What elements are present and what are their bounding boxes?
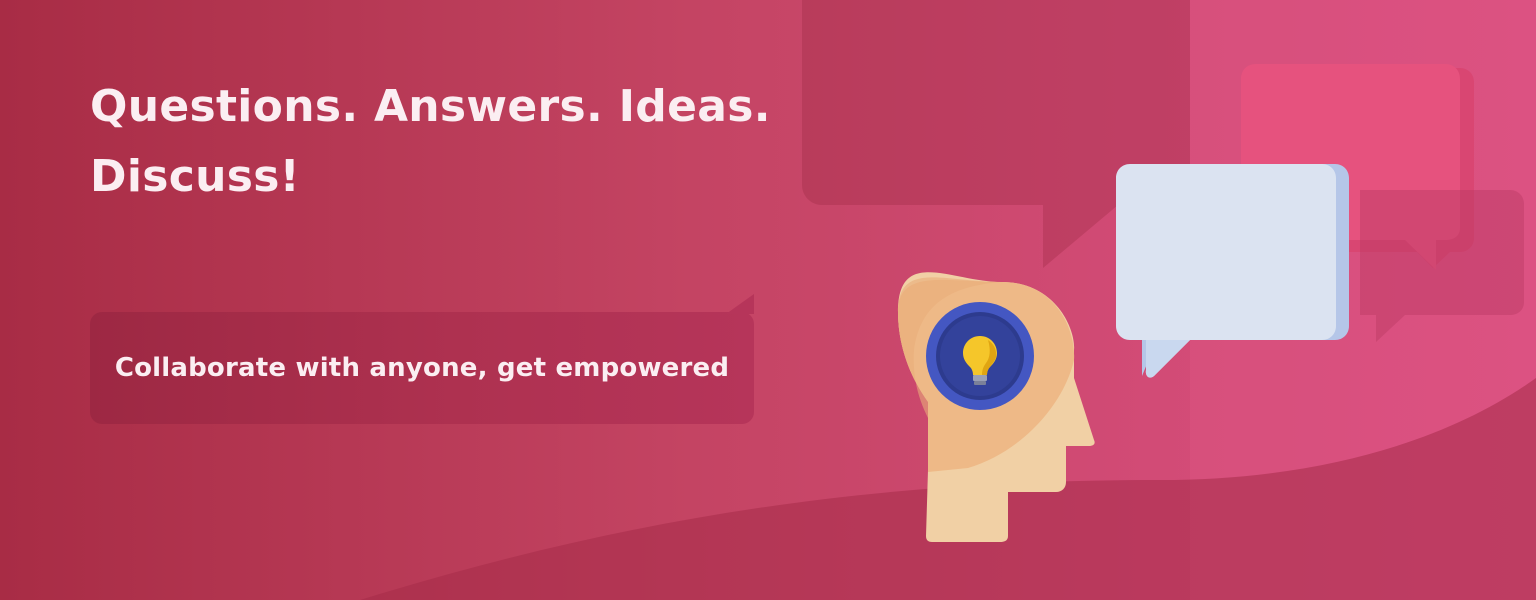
- discussion-illustration: [898, 64, 1524, 542]
- speech-bubble-icon: [1116, 164, 1349, 378]
- tagline-text: Collaborate with anyone, get empowered: [114, 353, 730, 383]
- hero-banner: Questions. Answers. Ideas. Discuss! Coll…: [0, 0, 1536, 600]
- headline-line-1: Questions. Answers. Ideas.: [90, 81, 771, 132]
- headline-line-2: Discuss!: [90, 151, 301, 202]
- headline: Questions. Answers. Ideas. Discuss!: [90, 72, 810, 212]
- lightbulb-icon: [926, 302, 1034, 410]
- tagline-bubble: Collaborate with anyone, get empowered: [90, 294, 754, 424]
- tagline-bubble-tail: [726, 294, 754, 314]
